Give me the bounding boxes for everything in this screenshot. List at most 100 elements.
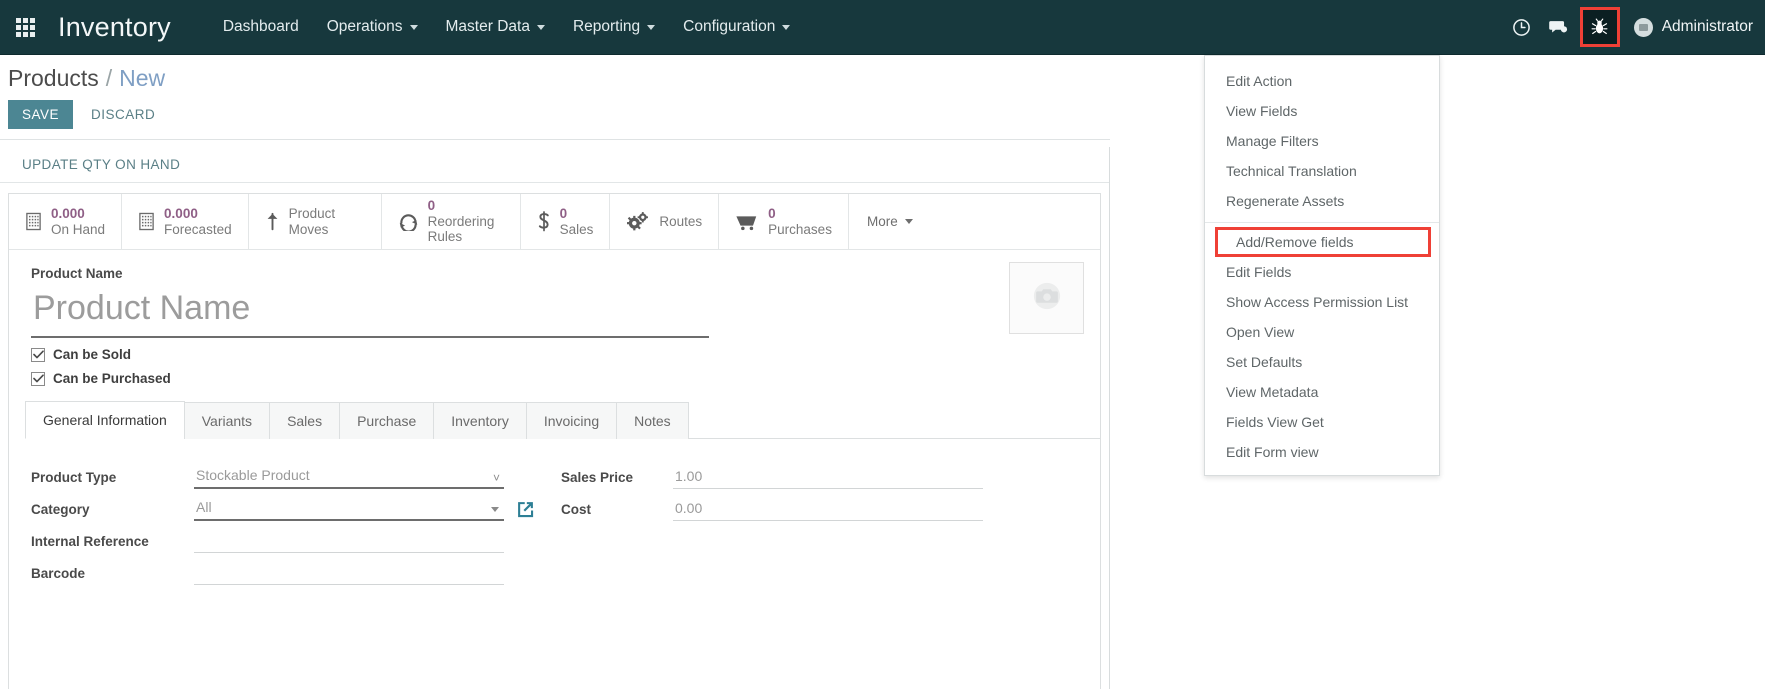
product-name-block: Product Name Can be Sold <box>9 250 1100 386</box>
breadcrumb-products[interactable]: Products <box>8 65 99 92</box>
menu-edit-fields[interactable]: Edit Fields <box>1205 257 1439 287</box>
tab-inventory[interactable]: Inventory <box>433 402 527 439</box>
cart-icon <box>735 212 759 231</box>
menu-item-configuration[interactable]: Configuration <box>669 12 804 42</box>
building-icon <box>138 212 155 231</box>
messaging-chat-icon[interactable] <box>1540 7 1576 47</box>
field-label: Internal Reference <box>31 533 149 549</box>
menu-set-defaults[interactable]: Set Defaults <box>1205 347 1439 377</box>
product-image-placeholder[interactable] <box>1009 262 1084 334</box>
field-label: Barcode <box>31 565 86 581</box>
menu-label: Operations <box>326 18 403 35</box>
app-brand-title[interactable]: Inventory <box>58 12 171 43</box>
field-cost: Cost <box>561 493 983 525</box>
tab-label: Sales <box>287 413 323 429</box>
object-action-bar: UPDATE QTY ON HAND <box>0 147 1109 183</box>
stat-button-routes[interactable]: Routes <box>610 194 720 249</box>
tab-sales[interactable]: Sales <box>269 402 341 439</box>
menu-regenerate-assets[interactable]: Regenerate Assets <box>1205 186 1439 216</box>
discard-button[interactable]: DISCARD <box>81 100 165 129</box>
menu-edit-action[interactable]: Edit Action <box>1205 66 1439 96</box>
stat-button-product-moves[interactable]: Product Moves <box>249 194 382 249</box>
record-sheet: 0.000 On Hand 0.000 Forecasted Product M… <box>8 193 1101 689</box>
stat-value: 0 <box>768 205 776 221</box>
stat-button-forecasted[interactable]: 0.000 Forecasted <box>122 194 249 249</box>
tab-purchase[interactable]: Purchase <box>339 402 435 439</box>
menu-manage-filters[interactable]: Manage Filters <box>1205 126 1439 156</box>
update-qty-on-hand-button[interactable]: UPDATE QTY ON HAND <box>22 157 180 172</box>
tab-invoicing[interactable]: Invoicing <box>525 402 618 439</box>
debug-dropdown-menu: Edit Action View Fields Manage Filters T… <box>1204 55 1440 476</box>
stat-button-purchases[interactable]: 0 Purchases <box>719 194 849 249</box>
can-be-sold-label: Can be Sold <box>53 347 132 362</box>
tab-variants[interactable]: Variants <box>183 402 271 439</box>
menu-item-reporting[interactable]: Reporting <box>559 12 669 42</box>
menu-view-fields[interactable]: View Fields <box>1205 96 1439 126</box>
tab-notes[interactable]: Notes <box>616 402 689 439</box>
internal-reference-input[interactable] <box>194 529 504 553</box>
top-navbar: Inventory Dashboard Operations Master Da… <box>0 0 1765 55</box>
menu-show-access-permission-list[interactable]: Show Access Permission List <box>1205 287 1439 317</box>
can-be-purchased-label: Can be Purchased <box>53 371 171 386</box>
stat-value: 0.000 <box>51 205 85 221</box>
form-sheet-area: UPDATE QTY ON HAND 0.000 On Hand 0.000 F… <box>0 147 1110 689</box>
stat-label: Routes <box>659 213 703 229</box>
menu-add-remove-fields[interactable]: Add/Remove fields <box>1215 227 1431 257</box>
tab-label: Notes <box>634 413 671 429</box>
can-be-sold-row[interactable]: Can be Sold <box>31 347 1100 362</box>
save-button[interactable]: SAVE <box>8 100 74 129</box>
arrow-up-icon <box>265 212 280 232</box>
menu-open-view[interactable]: Open View <box>1205 317 1439 347</box>
stat-button-reordering-rules[interactable]: 0 Reordering Rules <box>382 194 521 249</box>
debug-bug-icon[interactable] <box>1579 7 1620 47</box>
stat-label: Sales <box>559 221 594 237</box>
stat-label: Purchases <box>768 221 832 237</box>
barcode-input[interactable] <box>194 561 504 585</box>
menu-fields-view-get[interactable]: Fields View Get <box>1205 407 1439 437</box>
chevron-down-icon <box>536 24 545 30</box>
product-name-input[interactable] <box>31 287 709 338</box>
menu-item-operations[interactable]: Operations <box>313 12 432 42</box>
category-input[interactable] <box>194 497 504 521</box>
stat-more-dropdown[interactable]: More <box>849 194 931 249</box>
menu-technical-translation[interactable]: Technical Translation <box>1205 156 1439 186</box>
can-be-purchased-row[interactable]: Can be Purchased <box>31 371 1100 386</box>
breadcrumb-separator: / <box>105 65 113 91</box>
menu-label: Reporting <box>572 18 641 35</box>
external-link-icon[interactable] <box>516 500 535 519</box>
stat-button-on-hand[interactable]: 0.000 On Hand <box>9 194 123 249</box>
cost-input[interactable] <box>673 497 983 521</box>
tab-label: Variants <box>201 413 253 429</box>
menu-item-dashboard[interactable]: Dashboard <box>209 12 313 42</box>
navbar-right-tools: Administrator <box>1504 7 1765 47</box>
stat-value: 0.000 <box>164 205 198 221</box>
user-menu[interactable]: Administrator <box>1633 17 1753 37</box>
stat-label: On Hand <box>51 221 106 237</box>
field-product-type: Product Type ˅ <box>31 461 535 493</box>
chevron-down-icon <box>782 24 791 30</box>
can-be-purchased-checkbox[interactable] <box>31 371 45 386</box>
menu-item-master-data[interactable]: Master Data <box>432 12 559 42</box>
product-type-select[interactable] <box>194 465 504 489</box>
menu-label: Configuration <box>683 18 776 35</box>
stat-more-label: More <box>866 214 898 229</box>
tab-general-information[interactable]: General Information <box>25 401 185 439</box>
activity-clock-icon[interactable] <box>1504 7 1540 47</box>
field-label: Cost <box>561 501 591 517</box>
product-name-label: Product Name <box>31 266 123 281</box>
camera-icon <box>1030 281 1064 316</box>
tab-label: Invoicing <box>543 413 600 429</box>
can-be-sold-checkbox[interactable] <box>31 347 45 362</box>
gears-icon <box>626 211 650 232</box>
stat-button-sales[interactable]: 0 Sales <box>521 194 611 249</box>
menu-view-metadata[interactable]: View Metadata <box>1205 377 1439 407</box>
stat-value: 0 <box>427 198 436 214</box>
sales-price-input[interactable] <box>673 465 983 489</box>
stat-label: Reordering Rules <box>427 213 495 245</box>
building-icon <box>25 212 42 231</box>
apps-grid-icon[interactable] <box>8 10 42 44</box>
chevron-down-icon <box>647 24 656 30</box>
breadcrumb-current: New <box>119 65 166 91</box>
menu-edit-form-view[interactable]: Edit Form view <box>1205 437 1439 467</box>
menu-label: Dashboard <box>222 18 299 35</box>
